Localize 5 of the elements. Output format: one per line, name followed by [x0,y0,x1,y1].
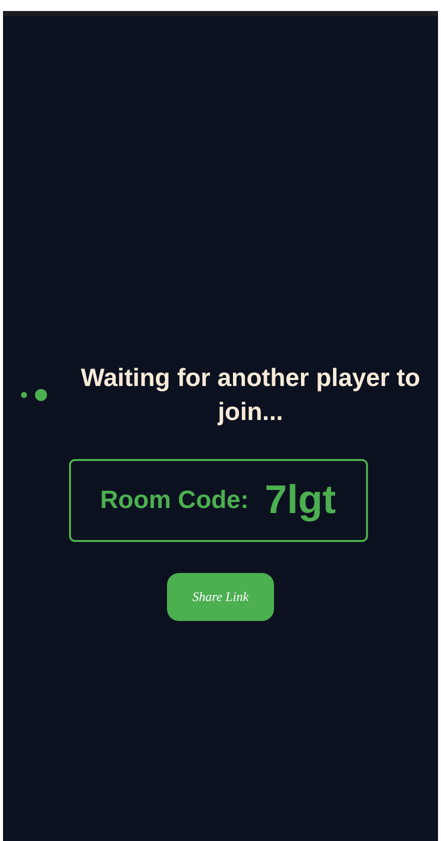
loading-dots-icon [20,388,48,402]
room-code-label: Room Code: [100,486,249,515]
share-link-button[interactable]: Share Link [167,573,274,621]
waiting-message: Waiting for another player to join... [80,363,422,428]
room-code: 7lgt [264,478,336,523]
